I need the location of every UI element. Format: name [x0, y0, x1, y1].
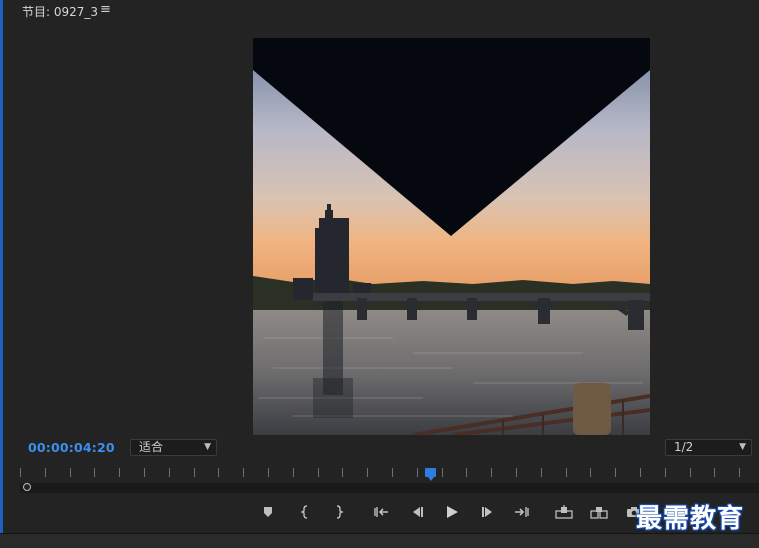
- playhead-marker[interactable]: [425, 468, 436, 481]
- mark-out-icon: [336, 505, 344, 519]
- ruler-tick: [342, 468, 343, 477]
- add-marker-button[interactable]: [258, 502, 278, 522]
- step-forward-icon: [482, 507, 492, 517]
- go-to-out-button[interactable]: [511, 502, 531, 522]
- ruler-tick: [491, 468, 492, 477]
- playback-resolution-select[interactable]: 1/2 ▼: [665, 439, 752, 456]
- go-to-out-icon: [515, 507, 529, 517]
- ruler-tick: [566, 468, 567, 477]
- panel-title[interactable]: 节目: 0927_3: [22, 3, 98, 20]
- zoom-scrollbar[interactable]: [20, 483, 759, 493]
- ruler-tick: [714, 468, 715, 477]
- step-back-icon: [413, 507, 423, 517]
- zoom-level-value: 适合: [139, 440, 164, 454]
- step-back-button[interactable]: [407, 502, 427, 522]
- play-button[interactable]: [442, 502, 462, 522]
- ruler-tick: [392, 468, 393, 477]
- go-to-in-icon: [374, 507, 388, 517]
- ruler-tick: [615, 468, 616, 477]
- ruler-tick: [94, 468, 95, 477]
- step-forward-button[interactable]: [478, 502, 498, 522]
- zoom-scrollbar-handle[interactable]: [23, 483, 31, 491]
- program-monitor-viewer[interactable]: [253, 38, 650, 435]
- chevron-down-icon: ▼: [739, 442, 746, 452]
- mark-in-icon: [300, 505, 308, 519]
- video-frame: [253, 38, 650, 435]
- ruler-tick: [516, 468, 517, 477]
- lift-button[interactable]: [554, 502, 574, 522]
- playhead-timecode[interactable]: 00:00:04:20: [28, 440, 115, 455]
- chevron-down-icon: ▼: [204, 442, 211, 452]
- panel-bottom-bar: [0, 533, 759, 548]
- ruler-tick: [417, 468, 418, 477]
- ruler-tick: [665, 468, 666, 477]
- ruler-tick: [367, 468, 368, 477]
- ruler-tick: [218, 468, 219, 477]
- hamburger-menu-icon[interactable]: ≡: [100, 2, 111, 17]
- marker-icon: [264, 507, 272, 517]
- mark-in-button[interactable]: [296, 502, 316, 522]
- ruler-tick: [466, 468, 467, 477]
- panel-focus-accent: [0, 0, 3, 533]
- ruler-tick: [541, 468, 542, 477]
- play-icon: [447, 506, 458, 518]
- extract-button[interactable]: [589, 502, 609, 522]
- ruler-tick: [442, 468, 443, 477]
- ruler-tick: [144, 468, 145, 477]
- playback-resolution-value: 1/2: [674, 440, 694, 454]
- ruler-tick: [690, 468, 691, 477]
- zoom-level-select[interactable]: 适合 ▼: [130, 439, 217, 456]
- ruler-tick: [70, 468, 71, 477]
- extract-icon: [590, 507, 608, 519]
- ruler-tick: [45, 468, 46, 477]
- time-ruler[interactable]: [20, 465, 752, 481]
- ruler-tick: [318, 468, 319, 477]
- go-to-in-button[interactable]: [372, 502, 392, 522]
- ruler-tick: [293, 468, 294, 477]
- ruler-tick: [640, 468, 641, 477]
- ruler-tick: [243, 468, 244, 477]
- ruler-tick: [739, 468, 740, 477]
- ruler-tick: [268, 468, 269, 477]
- lift-icon: [555, 505, 573, 519]
- ruler-tick: [590, 468, 591, 477]
- watermark-logo: 最需教育: [636, 504, 745, 534]
- mark-out-button[interactable]: [328, 502, 348, 522]
- ruler-tick: [20, 468, 21, 477]
- ruler-tick: [194, 468, 195, 477]
- ruler-tick: [169, 468, 170, 477]
- ruler-tick: [119, 468, 120, 477]
- panel-header: 节目: 0927_3 ≡: [0, 0, 759, 22]
